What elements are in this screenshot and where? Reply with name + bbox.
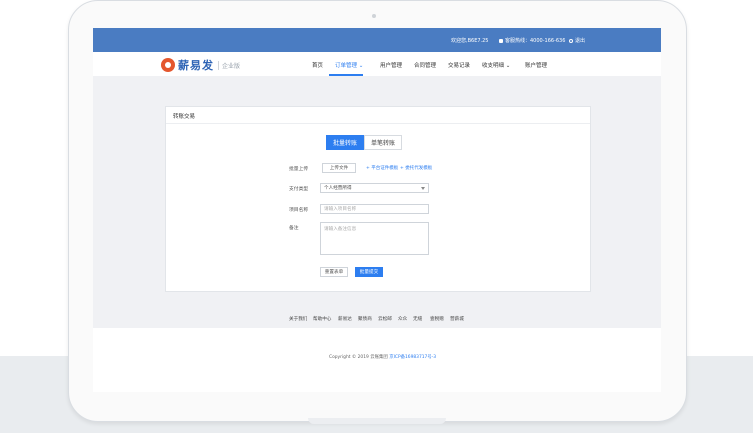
camera-dot xyxy=(372,14,376,18)
batch-submit-button[interactable]: 批量提交 xyxy=(355,267,383,277)
logo-mark-icon xyxy=(161,58,175,72)
main-nav: 薪易发 企业版 首页 订单管理 ⌄ 用户管理 合同管理 交易记录 收支明细 ⌄ … xyxy=(93,52,661,77)
nav-users[interactable]: 用户管理 xyxy=(380,61,402,69)
hotline: 客服热线：4000-166-636 xyxy=(499,37,565,44)
logout-text: 退出 xyxy=(575,38,586,44)
phone-icon xyxy=(499,38,503,43)
project-name-label: 项目名称 xyxy=(289,208,309,213)
nav-income-expense[interactable]: 收支明细 ⌄ xyxy=(482,61,510,69)
brand-sub: 企业版 xyxy=(218,60,240,70)
footer-link[interactable]: 薪易达 xyxy=(338,316,352,322)
brand-name: 薪易发 xyxy=(178,59,214,72)
nav-account[interactable]: 账户管理 xyxy=(525,61,547,69)
pay-type-value: 个人经营所得 xyxy=(324,186,352,191)
remark-textarea[interactable]: 请输入备注信息 xyxy=(320,222,429,255)
app-screen: 欢迎您,B6E7.25 客服热线：4000-166-636 退出 薪易发 企业版… xyxy=(93,28,661,352)
footer-link[interactable]: 云松邮 xyxy=(378,316,392,322)
tab-single-transfer[interactable]: 单笔转账 xyxy=(364,135,402,150)
hotline-text: 客服热线：4000-166-636 xyxy=(505,38,566,44)
laptop-base-notch xyxy=(308,418,446,424)
reset-form-button[interactable]: 重置表单 xyxy=(320,267,348,277)
top-bar: 欢迎您,B6E7.25 客服热线：4000-166-636 退出 xyxy=(93,28,661,52)
upload-label: 批量上传 xyxy=(289,167,309,172)
footer-link[interactable]: 壹税赠 xyxy=(430,316,444,322)
transfer-panel: 转账交易 批量转账 单笔转账 批量上传 上传文件 + 平台证件模板 + 委托代发… xyxy=(165,106,591,292)
template-link-2[interactable]: + 委托代发模板 xyxy=(400,165,432,171)
panel-title: 转账交易 xyxy=(173,114,196,120)
content-area: 转账交易 批量转账 单笔转账 批量上传 上传文件 + 平台证件模板 + 委托代发… xyxy=(93,76,661,328)
footer-link[interactable]: 聚债商 xyxy=(358,316,372,322)
welcome-text: 欢迎您,B6E7.25 xyxy=(451,38,489,44)
transfer-tabs: 批量转账 单笔转账 xyxy=(326,135,402,150)
copyright: Copyright © 2019 云账集团 京ICP备16983717号-3 xyxy=(329,354,436,360)
copyright-text: Copyright © 2019 云账集团 xyxy=(329,355,388,360)
brand-logo[interactable]: 薪易发 企业版 xyxy=(161,57,240,73)
power-icon xyxy=(569,38,573,43)
logout-link[interactable]: 退出 xyxy=(569,37,585,44)
nav-orders[interactable]: 订单管理 ⌄ xyxy=(335,61,363,69)
upload-file-button[interactable]: 上传文件 xyxy=(322,163,356,173)
project-name-input[interactable]: 请输入项目名称 xyxy=(320,204,429,214)
panel-divider xyxy=(166,123,590,124)
footer-link[interactable]: 营薪城 xyxy=(450,316,464,322)
chevron-down-icon xyxy=(421,187,425,190)
footer-link[interactable]: 众众 xyxy=(398,316,407,322)
nav-contracts[interactable]: 合同管理 xyxy=(414,61,436,69)
footer-link[interactable]: 无缝 xyxy=(413,316,422,322)
footer-link[interactable]: 帮助中心 xyxy=(313,316,331,322)
pay-type-label: 支付类型 xyxy=(289,187,309,192)
nav-transactions[interactable]: 交易记录 xyxy=(448,61,470,69)
template-link-1[interactable]: + 平台证件模板 xyxy=(366,165,398,171)
footer-link[interactable]: 关于我们 xyxy=(289,316,307,322)
nav-home[interactable]: 首页 xyxy=(312,61,323,69)
pay-type-select[interactable]: 个人经营所得 xyxy=(320,183,429,193)
remark-label: 备注 xyxy=(289,226,299,231)
tab-batch-transfer[interactable]: 批量转账 xyxy=(326,135,364,150)
icp-link[interactable]: 京ICP备16983717号-3 xyxy=(389,355,436,360)
